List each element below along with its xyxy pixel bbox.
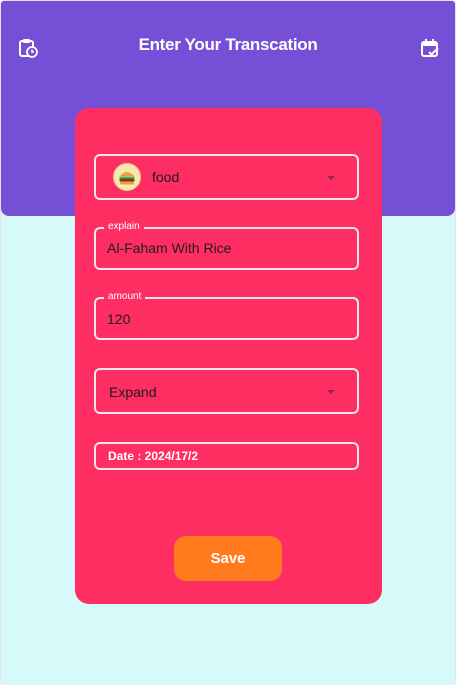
category-value: food [152, 169, 180, 185]
calendar-check-icon[interactable] [420, 37, 440, 59]
transaction-card: food explain Al-Faham With Rice amount 1… [75, 108, 382, 604]
amount-value: 120 [107, 311, 131, 327]
explain-value: Al-Faham With Rice [107, 240, 232, 256]
page-title: Enter Your Transcation [138, 35, 318, 54]
date-value: Date : 2024/17/2 [108, 449, 199, 463]
chevron-down-icon [327, 390, 335, 394]
type-value: Expand [109, 384, 157, 400]
date-field[interactable]: Date : 2024/17/2 [94, 442, 359, 470]
screen: Enter Your Transcation food explain Al-F… [0, 0, 456, 685]
type-dropdown[interactable]: Expand [94, 368, 359, 414]
save-button[interactable]: Save [174, 536, 282, 581]
explain-field[interactable]: explain Al-Faham With Rice [94, 221, 359, 270]
category-dropdown[interactable]: food [94, 154, 359, 200]
amount-field[interactable]: amount 120 [94, 291, 359, 340]
explain-label: explain [104, 221, 144, 233]
burger-icon [113, 163, 141, 191]
amount-label: amount [104, 291, 146, 303]
chevron-down-icon [327, 176, 335, 180]
